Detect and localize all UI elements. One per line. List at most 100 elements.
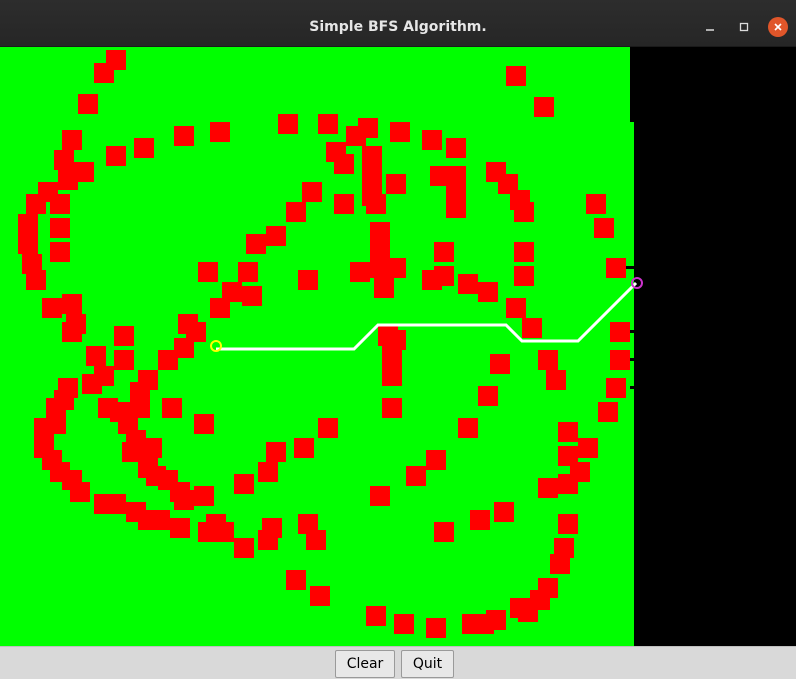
obstacle-cell xyxy=(106,146,126,166)
obstacle-cell xyxy=(258,462,278,482)
obstacle-cell xyxy=(534,97,554,117)
obstacle-cell xyxy=(422,130,442,150)
obstacle-cell xyxy=(470,510,490,530)
obstacle-cell xyxy=(50,218,70,238)
obstacle-cell xyxy=(458,418,478,438)
obstacle-cell xyxy=(26,194,46,214)
obstacle-cell xyxy=(558,474,578,494)
obstacle-cell xyxy=(50,242,70,262)
edge-tick xyxy=(630,386,640,389)
obstacle-cell xyxy=(478,282,498,302)
obstacle-cell xyxy=(578,438,598,458)
obstacle-cell xyxy=(318,418,338,438)
obstacle-cell xyxy=(194,414,214,434)
minimize-button[interactable] xyxy=(700,17,720,37)
obstacle-cell xyxy=(210,122,230,142)
obstacle-cell xyxy=(266,226,286,246)
obstacle-cell xyxy=(606,378,626,398)
obstacle-cell xyxy=(26,270,46,290)
obstacle-cell xyxy=(70,482,90,502)
obstacle-cell xyxy=(386,258,406,278)
obstacle-cell xyxy=(210,298,230,318)
obstacle-cell xyxy=(358,118,378,138)
edge-tick xyxy=(626,266,636,269)
obstacle-cell xyxy=(86,346,106,366)
obstacle-cell xyxy=(238,262,258,282)
obstacle-cell xyxy=(506,66,526,86)
obstacle-cell xyxy=(62,322,82,342)
obstacle-cell xyxy=(366,606,386,626)
maximize-icon xyxy=(739,22,749,32)
obstacle-cell xyxy=(490,354,510,374)
obstacle-cell xyxy=(426,618,446,638)
obstacle-cell xyxy=(406,466,426,486)
obstacle-cell xyxy=(114,350,134,370)
obstacle-cell xyxy=(422,270,442,290)
edge-tick xyxy=(630,358,640,361)
obstacle-cell xyxy=(386,174,406,194)
obstacle-cell xyxy=(94,63,114,83)
obstacle-cell xyxy=(514,242,534,262)
obstacle-cell xyxy=(54,150,74,170)
obstacle-cell xyxy=(50,194,70,214)
obstacle-cell xyxy=(18,214,38,234)
obstacle-cell xyxy=(198,262,218,282)
obstacle-cell xyxy=(550,554,570,574)
obstacle-cell xyxy=(158,350,178,370)
obstacle-cell xyxy=(434,522,454,542)
obstacle-cell xyxy=(310,586,330,606)
obstacle-cell xyxy=(594,218,614,238)
minimize-icon xyxy=(706,29,714,31)
obstacle-cell xyxy=(446,138,466,158)
obstacle-cell xyxy=(610,350,630,370)
edge-tick xyxy=(630,330,640,333)
obstacle-cell xyxy=(510,598,530,618)
obstacle-cell xyxy=(506,298,526,318)
obstacle-cell xyxy=(106,494,126,514)
obstacle-cell xyxy=(586,194,606,214)
maximize-button[interactable] xyxy=(734,17,754,37)
field-edge xyxy=(630,47,634,122)
bfs-canvas[interactable] xyxy=(0,47,796,646)
quit-button[interactable]: Quit xyxy=(401,650,454,678)
obstacle-cell xyxy=(514,266,534,286)
close-button[interactable] xyxy=(768,17,788,37)
obstacle-cell xyxy=(278,114,298,134)
obstacle-cell xyxy=(214,522,234,542)
obstacle-cell xyxy=(258,530,278,550)
obstacle-cell xyxy=(374,278,394,298)
obstacle-cell xyxy=(234,474,254,494)
obstacle-cell xyxy=(494,502,514,522)
obstacle-cell xyxy=(394,614,414,634)
obstacle-cell xyxy=(302,182,322,202)
obstacle-cell xyxy=(286,202,306,222)
obstacle-cell xyxy=(610,322,630,342)
obstacle-cell xyxy=(478,386,498,406)
obstacle-cell xyxy=(370,222,390,242)
obstacle-cell xyxy=(334,154,354,174)
obstacle-cell xyxy=(74,162,94,182)
obstacle-cell xyxy=(170,518,190,538)
app-window: Simple BFS Algorithm. Clear Quit xyxy=(0,0,796,679)
obstacle-cell xyxy=(94,366,114,386)
obstacle-cell xyxy=(598,402,618,422)
obstacle-cell xyxy=(434,242,454,262)
obstacle-cell xyxy=(362,146,382,166)
obstacle-cell xyxy=(382,346,402,366)
obstacle-cell xyxy=(286,570,306,590)
obstacle-cell xyxy=(298,270,318,290)
title-bar[interactable]: Simple BFS Algorithm. xyxy=(0,0,796,47)
clear-button[interactable]: Clear xyxy=(335,650,395,678)
obstacle-cell xyxy=(242,286,262,306)
grid-drawing[interactable] xyxy=(0,47,796,646)
obstacle-cell xyxy=(318,114,338,134)
obstacle-cell xyxy=(514,202,534,222)
obstacle-cell xyxy=(334,194,354,214)
obstacle-cell xyxy=(538,478,558,498)
obstacle-cell xyxy=(558,422,578,442)
obstacle-cell xyxy=(522,318,542,338)
obstacle-cell xyxy=(458,274,478,294)
obstacle-cell xyxy=(246,234,266,254)
obstacle-cell xyxy=(78,94,98,114)
obstacle-cell xyxy=(62,294,82,314)
